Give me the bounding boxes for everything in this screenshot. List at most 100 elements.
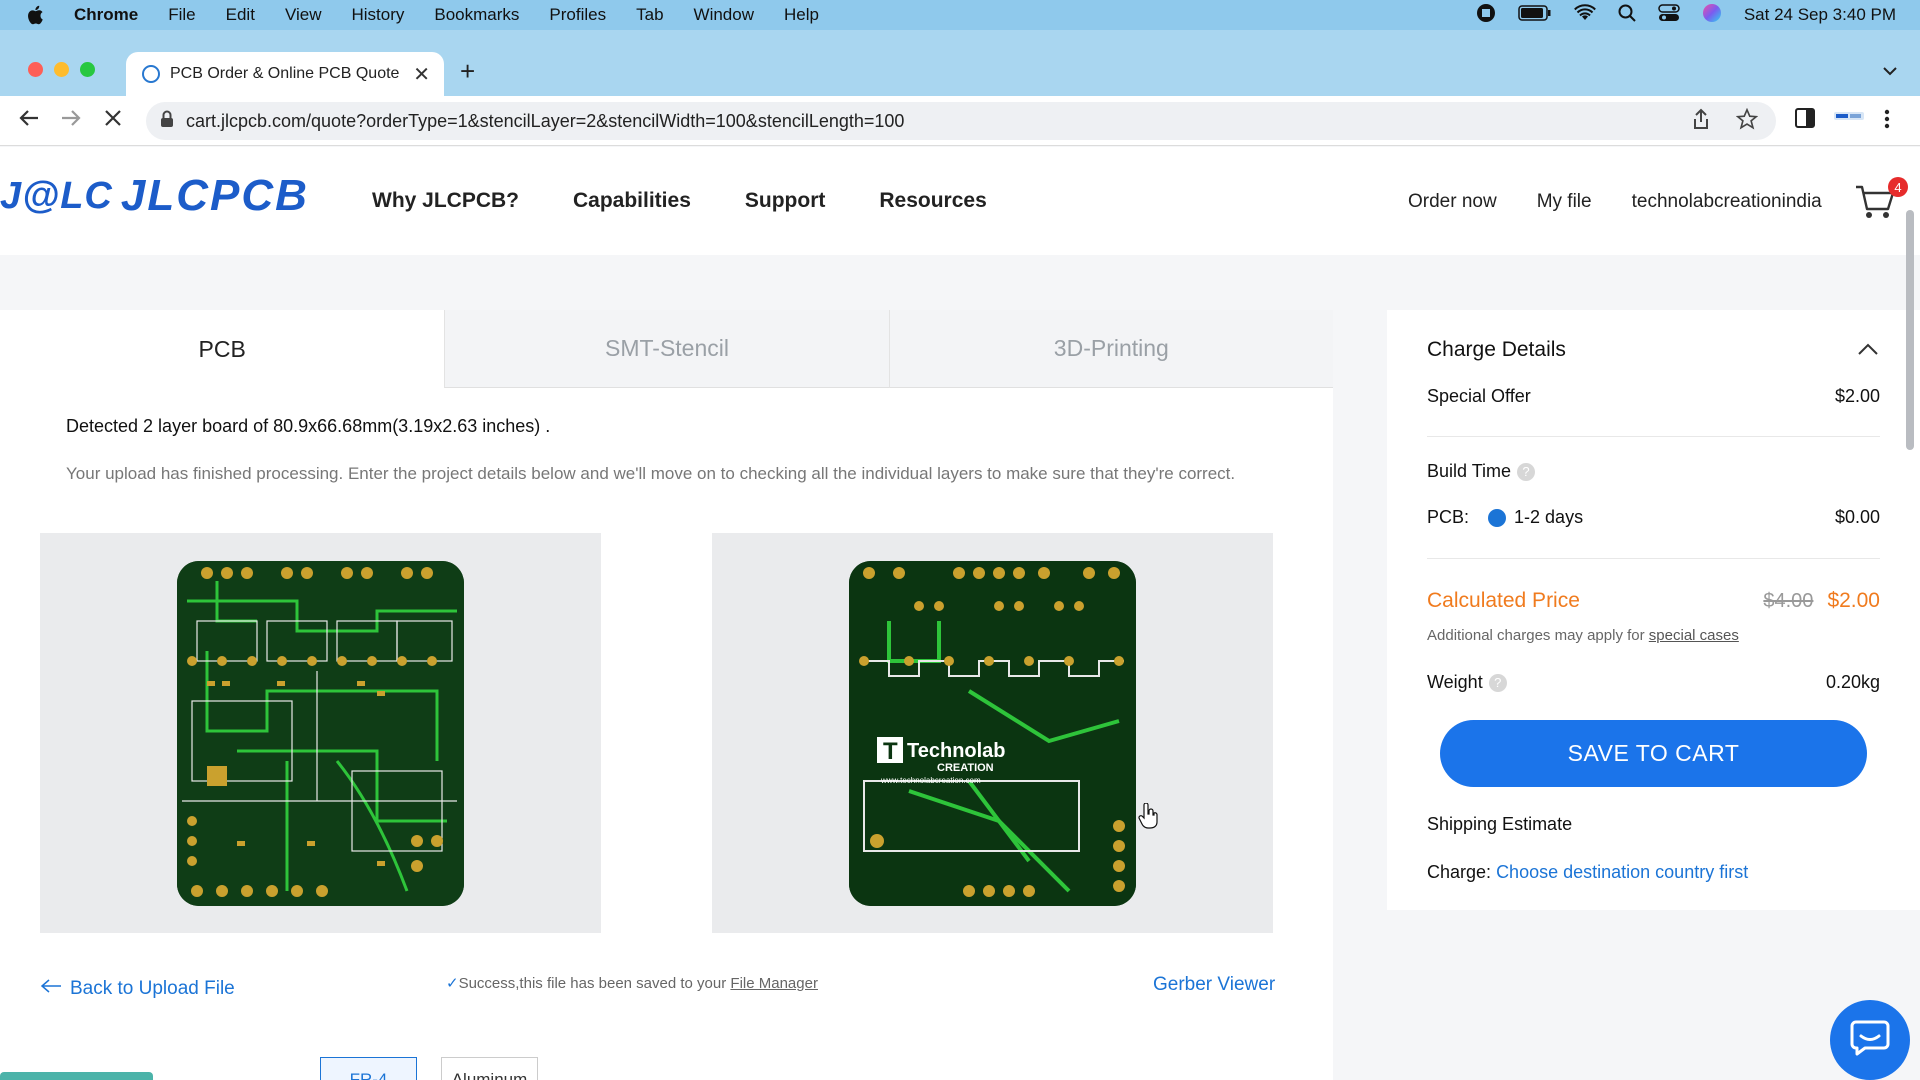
save-to-cart-button[interactable]: SAVE TO CART: [1440, 720, 1867, 787]
close-window-button[interactable]: [28, 62, 43, 77]
search-icon[interactable]: [1618, 4, 1636, 27]
original-price: $4.00: [1763, 590, 1814, 612]
calculated-price-values: $4.00 $2.00: [1763, 589, 1880, 613]
menu-edit[interactable]: Edit: [226, 5, 255, 25]
nav-why-jlcpcb[interactable]: Why JLCPCB?: [372, 189, 519, 213]
shipping-charge-row: Charge: Choose destination country first: [1427, 862, 1748, 883]
discounted-price: $2.00: [1827, 589, 1880, 612]
tab-pcb[interactable]: PCB: [0, 310, 445, 388]
cart-icon: [1854, 185, 1896, 225]
file-manager-link[interactable]: File Manager: [730, 975, 818, 992]
jlc-favicon-icon: [142, 65, 160, 83]
more-menu-icon[interactable]: [1884, 108, 1890, 130]
apple-icon[interactable]: [26, 4, 48, 26]
weight-value: 0.20kg: [1825, 672, 1880, 692]
quote-panel: PCB SMT-Stencil 3D-Printing Detected 2 l…: [0, 310, 1333, 1080]
menubar-clock[interactable]: Sat 24 Sep 3:40 PM: [1744, 5, 1896, 25]
browser-tab-active[interactable]: PCB Order & Online PCB Quote ✕: [126, 52, 444, 96]
menu-view[interactable]: View: [285, 5, 322, 25]
extension-icon[interactable]: [1834, 108, 1864, 124]
address-bar[interactable]: cart.jlcpcb.com/quote?orderType=1&stenci…: [146, 102, 1776, 140]
pcb-top-preview[interactable]: [40, 533, 601, 933]
share-icon[interactable]: [1692, 108, 1710, 135]
cart-button[interactable]: 4: [1854, 177, 1908, 226]
chat-bubble-icon: [1850, 1019, 1890, 1062]
order-now-link[interactable]: Order now: [1408, 191, 1497, 213]
siri-icon[interactable]: [1702, 3, 1722, 28]
pcb-bottom-image: T Technolab CREATION www.technolabcreati…: [849, 561, 1136, 906]
check-icon: ✓: [446, 975, 459, 992]
detected-board-text: Detected 2 layer board of 80.9x66.68mm(3…: [66, 416, 551, 436]
chevron-up-icon[interactable]: [1857, 342, 1879, 361]
new-tab-button[interactable]: +: [460, 56, 475, 87]
divider: [1427, 558, 1880, 559]
menu-profiles[interactable]: Profiles: [549, 5, 606, 25]
forward-arrow-icon[interactable]: [60, 107, 82, 136]
username-link[interactable]: technolabcreationindia: [1632, 191, 1822, 213]
charge-label: Charge:: [1427, 862, 1492, 882]
material-aluminum-button[interactable]: Aluminum: [441, 1057, 538, 1080]
pcb-build-value: $0.00: [1834, 507, 1880, 527]
feedback-tab[interactable]: [0, 1072, 153, 1080]
choose-destination-link[interactable]: Choose destination country first: [1496, 862, 1748, 882]
logo-mark: J@LC: [0, 174, 113, 217]
hand-cursor-icon: [1138, 802, 1158, 834]
menu-history[interactable]: History: [351, 5, 404, 25]
product-tabs: PCB SMT-Stencil 3D-Printing: [0, 310, 1333, 388]
weight-row: Weight?: [1427, 672, 1507, 693]
pcb-top-image: [177, 561, 464, 906]
help-icon[interactable]: ?: [1517, 463, 1536, 482]
jlcpcb-logo[interactable]: J@LC JLCPCB: [0, 171, 309, 221]
back-link-label: Back to Upload File: [70, 978, 235, 999]
gerber-viewer-link[interactable]: Gerber Viewer: [1153, 974, 1275, 996]
menu-tab[interactable]: Tab: [636, 5, 663, 25]
bookmark-star-icon[interactable]: [1735, 107, 1759, 135]
radio-selected-icon[interactable]: [1488, 509, 1507, 528]
build-option-1-2-days[interactable]: 1-2 days: [1488, 507, 1583, 528]
tab-title: PCB Order & Online PCB Quote: [170, 65, 400, 82]
maximize-window-button[interactable]: [80, 62, 95, 77]
menu-help[interactable]: Help: [784, 5, 819, 25]
svg-text:T: T: [883, 738, 898, 765]
material-fr4-button[interactable]: FR-4: [320, 1057, 417, 1080]
account-nav: Order now My file technolabcreationindia: [1408, 191, 1822, 213]
charge-details-header: Charge Details: [1427, 338, 1566, 361]
control-center-icon[interactable]: [1658, 3, 1680, 27]
live-chat-button[interactable]: [1830, 1000, 1910, 1080]
help-icon[interactable]: ?: [1488, 674, 1507, 693]
lock-icon[interactable]: [160, 110, 174, 133]
battery-icon[interactable]: [1518, 4, 1552, 27]
minimize-window-button[interactable]: [54, 62, 69, 77]
menu-window[interactable]: Window: [694, 5, 754, 25]
pcb-build-row: PCB: 1-2 days: [1427, 507, 1583, 528]
main-nav: Why JLCPCB? Capabilities Support Resourc…: [372, 189, 987, 213]
pcb-label: PCB:: [1427, 507, 1470, 527]
pcb-bottom-preview[interactable]: T Technolab CREATION www.technolabcreati…: [712, 533, 1273, 933]
tab-3d-printing[interactable]: 3D-Printing: [888, 310, 1333, 388]
wifi-icon[interactable]: [1573, 3, 1596, 27]
my-file-link[interactable]: My file: [1537, 191, 1592, 213]
back-to-upload-link[interactable]: Back to Upload File: [40, 978, 235, 1000]
nav-resources[interactable]: Resources: [879, 189, 986, 213]
record-stop-icon[interactable]: [1476, 3, 1496, 28]
page-scrollbar[interactable]: [1906, 210, 1914, 450]
special-cases-link[interactable]: special cases: [1649, 627, 1739, 644]
menu-bookmarks[interactable]: Bookmarks: [434, 5, 519, 25]
window-controls: [28, 62, 95, 77]
logo-word: JLCPCB: [120, 171, 309, 220]
stop-loading-icon[interactable]: [102, 107, 124, 136]
tab-smt-stencil[interactable]: SMT-Stencil: [444, 310, 889, 388]
side-panel-icon[interactable]: [1795, 108, 1815, 128]
menu-file[interactable]: File: [168, 5, 195, 25]
close-tab-icon[interactable]: ✕: [413, 62, 430, 87]
back-arrow-icon[interactable]: [18, 107, 40, 136]
tab-search-chevron-icon[interactable]: [1882, 60, 1898, 81]
cart-count-badge: 4: [1888, 177, 1908, 197]
build-time-label: Build Time: [1427, 461, 1512, 481]
arrow-left-icon: [40, 978, 62, 1000]
menu-chrome[interactable]: Chrome: [74, 5, 138, 25]
nav-support[interactable]: Support: [745, 189, 825, 213]
url-text[interactable]: cart.jlcpcb.com/quote?orderType=1&stenci…: [186, 111, 904, 132]
nav-capabilities[interactable]: Capabilities: [573, 189, 691, 213]
browser-toolbar: cart.jlcpcb.com/quote?orderType=1&stenci…: [0, 96, 1920, 146]
